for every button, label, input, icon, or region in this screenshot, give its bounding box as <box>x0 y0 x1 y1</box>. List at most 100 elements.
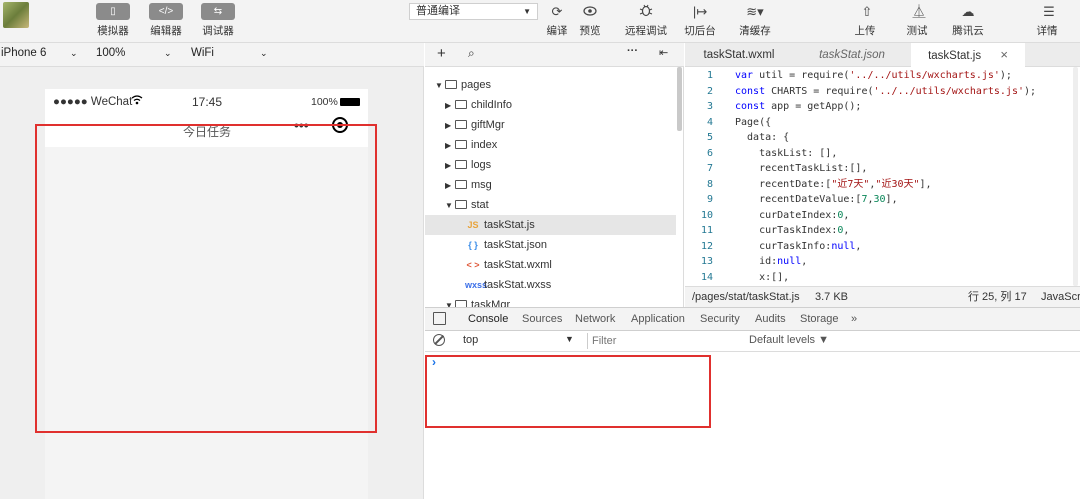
clear-console-icon[interactable] <box>433 334 445 346</box>
devtools-tab-network[interactable]: Network <box>575 308 615 331</box>
context-select[interactable]: top ▼ <box>463 334 579 349</box>
chevron-right-icon[interactable]: ▶ <box>445 156 455 176</box>
simulator-label: 模拟器 <box>97 25 129 37</box>
tab-js[interactable]: taskStat.js × <box>911 43 1025 67</box>
bug-icon <box>629 3 663 20</box>
line-number: 13 <box>700 256 713 267</box>
preview-button[interactable]: 预览 <box>573 3 607 38</box>
debugger-button[interactable]: ⇆ 调试器 <box>201 3 235 38</box>
test-button[interactable]: ⏅ 测试 <box>902 3 932 38</box>
line-number: 2 <box>706 85 713 97</box>
switch-background-icon: |↦ <box>692 4 708 19</box>
tree-folder[interactable]: ▼ taskMgr <box>425 295 676 307</box>
tab-wxml[interactable]: taskStat.wxml <box>685 43 793 67</box>
phone-status-bar: ●●●●● WeChat 17:45 100% <box>45 89 368 114</box>
preview-label: 预览 <box>579 25 601 37</box>
code-line: 3 const app = getApp(); <box>685 99 861 115</box>
chevron-down-icon[interactable]: ▼ <box>445 296 455 307</box>
remote-debug-button[interactable]: 远程调试 <box>624 3 668 38</box>
collapse-panel-icon[interactable]: ⇤ <box>659 46 668 59</box>
tree-item-label: logs <box>471 159 492 171</box>
log-levels-select[interactable]: Default levels ▼ <box>749 334 829 346</box>
tab-json[interactable]: taskStat.json <box>793 43 911 67</box>
tree-folder[interactable]: ▼ pages <box>425 75 676 95</box>
tree-folder[interactable]: ▶ childInfo <box>425 95 676 115</box>
line-number: 12 <box>700 240 713 252</box>
tree-folder[interactable]: ▶ logs <box>425 155 676 175</box>
tree-file[interactable]: < > taskStat.wxml <box>425 255 676 275</box>
simulator-button[interactable]: ▯ 模拟器 <box>96 3 130 38</box>
device-select-bar: iPhone 6 ⌄ 100% ⌄ WiFi ⌄ <box>0 43 424 67</box>
code-line: 14 x:[], <box>685 270 789 286</box>
devtools-tab-storage[interactable]: Storage <box>800 308 839 331</box>
code-scrollbar[interactable] <box>1073 67 1078 286</box>
more-tabs-icon[interactable]: » <box>851 308 857 331</box>
console-filter-input[interactable] <box>587 333 737 349</box>
code-line: 9 recentDateValue:[7,30], <box>685 192 898 208</box>
compile-label: 编译 <box>546 25 568 37</box>
line-number: 6 <box>706 147 713 159</box>
clear-cache-button[interactable]: ≋▾ 清缓存 <box>735 3 775 38</box>
device-select[interactable]: iPhone 6 ⌄ <box>1 47 81 59</box>
chevron-right-icon[interactable]: ▶ <box>445 176 455 196</box>
chevron-down-icon[interactable]: ▼ <box>445 196 455 216</box>
language-mode[interactable]: JavaScript <box>1041 287 1080 307</box>
tree-file[interactable]: { } taskStat.json <box>425 235 676 255</box>
tree-file[interactable]: JS taskStat.js <box>425 215 676 235</box>
background-button[interactable]: |↦ 切后台 <box>683 3 717 38</box>
chevron-down-icon: ⌄ <box>70 48 78 58</box>
upload-button[interactable]: ⇧ 上传 <box>850 3 880 38</box>
tree-folder[interactable]: ▶ index <box>425 135 676 155</box>
eye-icon <box>573 3 607 20</box>
chevron-down-icon[interactable]: ▼ <box>435 76 445 96</box>
devtools-tab-application[interactable]: Application <box>631 308 685 331</box>
file-tree-scrollbar[interactable] <box>677 67 682 131</box>
line-number: 14 <box>700 271 713 283</box>
chevron-down-icon: ⌄ <box>260 48 268 58</box>
inspect-element-icon[interactable] <box>433 312 446 325</box>
line-number: 11 <box>700 225 713 236</box>
editor-button[interactable]: </> 编辑器 <box>149 3 183 38</box>
tencent-cloud-button[interactable]: ☁ 腾讯云 <box>950 3 986 38</box>
more-options-icon[interactable]: ··· <box>627 45 638 57</box>
carrier-text: ●●●●● WeChat <box>53 96 133 108</box>
folder-icon <box>455 140 467 149</box>
layers-icon: ≋▾ <box>746 4 764 19</box>
zoom-value: 100% <box>96 47 126 59</box>
tree-file[interactable]: wxsstaskStat.wxss <box>425 275 676 295</box>
folder-icon <box>455 180 467 189</box>
compile-mode-select[interactable]: 普通编译 ▼ <box>409 3 538 20</box>
details-button[interactable]: ☰ 详情 <box>1032 3 1062 38</box>
file-path: /pages/stat/taskStat.js <box>692 291 800 303</box>
cursor-position[interactable]: 行 25, 列 17 <box>968 287 1027 307</box>
search-icon[interactable]: ⌕ <box>468 46 475 61</box>
code-editor[interactable]: 1 var util = require('../../utils/wxchart… <box>685 67 1080 286</box>
line-number: 9 <box>706 194 713 205</box>
network-select[interactable]: WiFi ⌄ <box>191 47 271 59</box>
chevron-right-icon[interactable]: ▶ <box>445 136 455 156</box>
devtools-tab-sources[interactable]: Sources <box>522 308 562 331</box>
code-line: 5 data: { <box>685 130 789 146</box>
chevron-right-icon[interactable]: ▶ <box>445 116 455 136</box>
chevron-right-icon[interactable]: ▶ <box>445 96 455 116</box>
close-tab-icon[interactable]: × <box>1000 47 1008 62</box>
add-file-icon[interactable]: + <box>437 45 446 62</box>
editor-status-bar: /pages/stat/taskStat.js 3.7 KB 行 25, 列 1… <box>685 286 1080 307</box>
code-line: 12 curTaskInfo:null, <box>685 239 862 255</box>
tree-folder[interactable]: ▶ giftMgr <box>425 115 676 135</box>
devtools-tab-audits[interactable]: Audits <box>755 308 786 331</box>
zoom-select[interactable]: 100% ⌄ <box>96 47 176 59</box>
file-size: 3.7 KB <box>815 291 849 303</box>
devtools-tab-security[interactable]: Security <box>700 308 740 331</box>
refresh-icon: ⟳ <box>551 4 563 19</box>
compile-mode-value: 普通编译 <box>416 5 460 17</box>
devtools-tab-console[interactable]: Console <box>468 308 509 333</box>
highlight-box-simulator <box>35 124 377 433</box>
folder-icon <box>455 100 467 109</box>
compile-button[interactable]: ⟳ 编译 <box>540 3 574 38</box>
user-avatar[interactable] <box>3 2 29 28</box>
tree-folder[interactable]: ▶ msg <box>425 175 676 195</box>
tree-folder[interactable]: ▼ stat <box>425 195 676 215</box>
tab-label: taskStat.js <box>928 50 982 62</box>
tree-item-label: pages <box>461 79 491 91</box>
